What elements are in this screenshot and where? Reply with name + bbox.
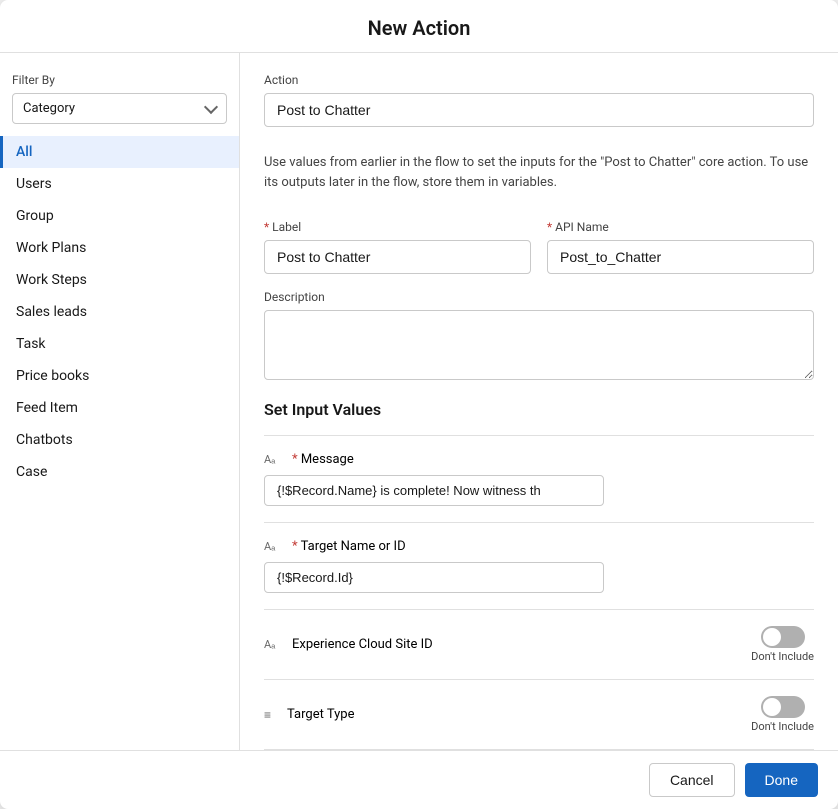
text-type-icon-3: Aₐ — [264, 638, 284, 651]
target-type-row: ≡ Target Type Don't Include — [264, 679, 814, 749]
sidebar-item-label: Group — [16, 208, 54, 224]
filter-label: Filter By — [12, 73, 227, 87]
target-type-toggle-row: ≡ Target Type Don't Include — [264, 696, 814, 733]
message-row: Aₐ Message — [264, 435, 814, 522]
target-name-header: Aₐ Target Name or ID — [264, 539, 814, 554]
modal-header: New Action — [0, 0, 838, 53]
target-name-label: Target Name or ID — [292, 539, 406, 554]
experience-cloud-row: Aₐ Experience Cloud Site ID Don't Includ… — [264, 609, 814, 679]
action-section: Action — [264, 73, 814, 127]
target-name-input[interactable] — [264, 562, 604, 593]
set-input-section: Set Input Values Aₐ Message Aₐ Target Na… — [264, 400, 814, 750]
target-type-toggle[interactable] — [761, 696, 805, 718]
label-apiname-row: Label API Name — [264, 220, 814, 274]
label-field-group: Label — [264, 220, 531, 274]
experience-cloud-header: Aₐ Experience Cloud Site ID — [264, 637, 433, 652]
target-type-header: ≡ Target Type — [264, 707, 354, 722]
sidebar-item-label: All — [16, 144, 32, 160]
experience-cloud-toggle-container: Don't Include — [751, 626, 814, 663]
sidebar-item-users[interactable]: Users — [0, 168, 239, 200]
sidebar-item-case[interactable]: Case — [0, 456, 239, 488]
api-name-input[interactable] — [547, 240, 814, 274]
label-field-label: Label — [264, 220, 531, 234]
info-text: Use values from earlier in the flow to s… — [264, 143, 814, 202]
sidebar-item-all[interactable]: All — [0, 136, 239, 168]
filter-section: Filter By Category — [0, 65, 239, 136]
action-field-label: Action — [264, 73, 814, 87]
sidebar-item-group[interactable]: Group — [0, 200, 239, 232]
api-name-label: API Name — [547, 220, 814, 234]
category-select-value: Category — [23, 101, 75, 116]
sidebar-item-task[interactable]: Task — [0, 328, 239, 360]
sidebar-item-work-plans[interactable]: Work Plans — [0, 232, 239, 264]
description-label: Description — [264, 290, 814, 304]
sidebar-item-label: Task — [16, 336, 46, 352]
experience-cloud-toggle-row: Aₐ Experience Cloud Site ID Don't Includ… — [264, 626, 814, 663]
message-header: Aₐ Message — [264, 452, 814, 467]
sidebar-item-feed-item[interactable]: Feed Item — [0, 392, 239, 424]
sidebar: Filter By Category All Users Group Work … — [0, 53, 240, 750]
main-content: Action Use values from earlier in the fl… — [240, 53, 838, 750]
sidebar-item-label: Price books — [16, 368, 89, 384]
experience-cloud-label: Experience Cloud Site ID — [292, 637, 433, 652]
experience-cloud-toggle-label: Don't Include — [751, 650, 814, 663]
category-select[interactable]: Category — [12, 93, 227, 124]
sidebar-item-label: Feed Item — [16, 400, 78, 416]
sidebar-item-label: Case — [16, 464, 47, 480]
list-icon-1: ≡ — [264, 708, 271, 722]
message-label: Message — [292, 452, 354, 467]
description-section: Description — [264, 290, 814, 384]
target-name-row: Aₐ Target Name or ID — [264, 522, 814, 609]
sidebar-item-label: Users — [16, 176, 52, 192]
sidebar-item-price-books[interactable]: Price books — [0, 360, 239, 392]
new-action-modal: New Action Filter By Category All Users … — [0, 0, 838, 809]
target-type-label: Target Type — [287, 707, 354, 722]
target-type-toggle-container: Don't Include — [751, 696, 814, 733]
action-input[interactable] — [264, 93, 814, 127]
api-name-field-group: API Name — [547, 220, 814, 274]
description-textarea[interactable] — [264, 310, 814, 380]
sidebar-item-sales-leads[interactable]: Sales leads — [0, 296, 239, 328]
modal-footer: Cancel Done — [0, 750, 838, 809]
sidebar-item-label: Work Plans — [16, 240, 86, 256]
experience-cloud-toggle[interactable] — [761, 626, 805, 648]
sidebar-item-label: Chatbots — [16, 432, 73, 448]
sidebar-item-label: Sales leads — [16, 304, 87, 320]
modal-body: Filter By Category All Users Group Work … — [0, 53, 838, 750]
set-input-title: Set Input Values — [264, 400, 814, 419]
sidebar-item-label: Work Steps — [16, 272, 87, 288]
modal-title: New Action — [20, 16, 818, 40]
sidebar-item-work-steps[interactable]: Work Steps — [0, 264, 239, 296]
text-type-icon-2: Aₐ — [264, 540, 284, 553]
target-type-toggle-label: Don't Include — [751, 720, 814, 733]
done-button[interactable]: Done — [745, 763, 818, 797]
sidebar-item-chatbots[interactable]: Chatbots — [0, 424, 239, 456]
chevron-down-icon — [204, 100, 218, 114]
text-type-icon: Aₐ — [264, 453, 284, 466]
cancel-button[interactable]: Cancel — [649, 763, 735, 797]
label-input[interactable] — [264, 240, 531, 274]
message-input[interactable] — [264, 475, 604, 506]
